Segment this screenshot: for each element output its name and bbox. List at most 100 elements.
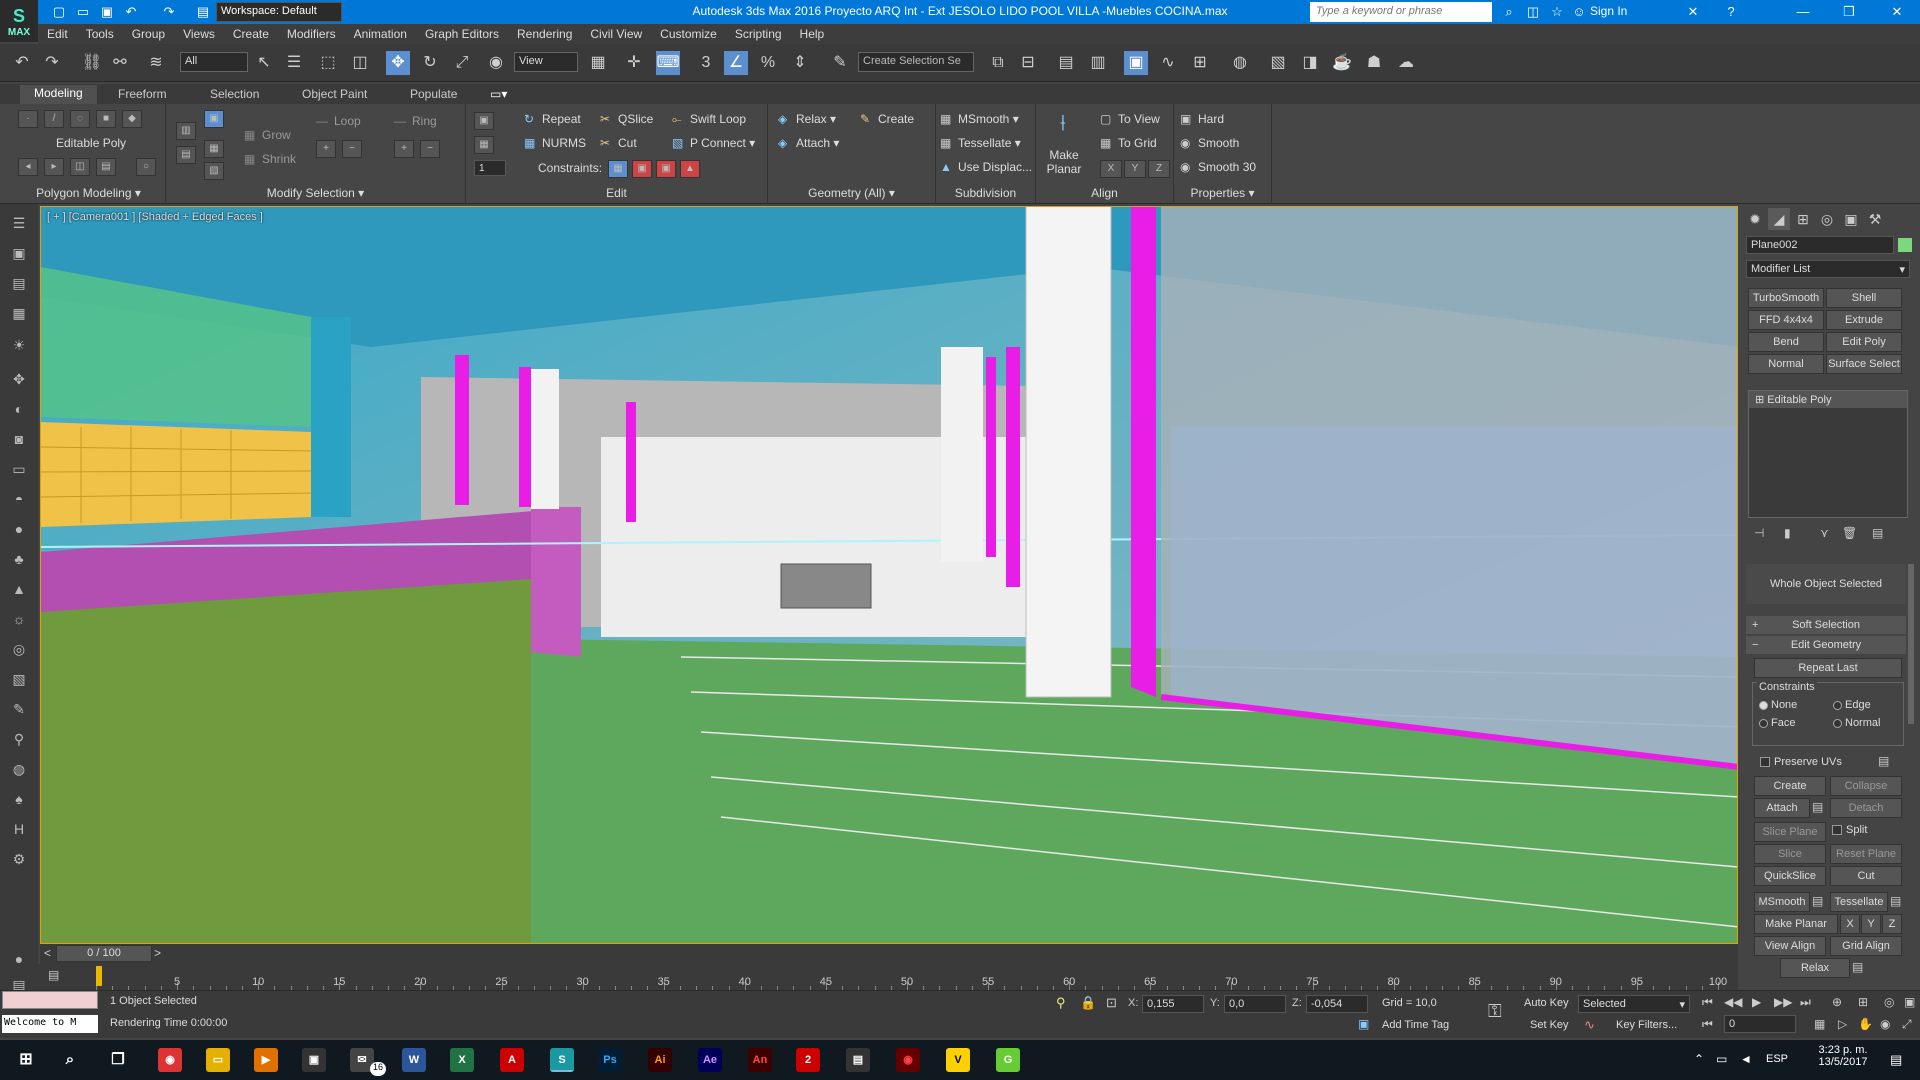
communication-icon[interactable]: ◫ <box>1524 3 1542 21</box>
generic-app-icon[interactable]: 2 <box>796 1048 820 1072</box>
undo-icon[interactable]: ↶ <box>122 3 140 21</box>
menu-animation[interactable]: Animation <box>345 24 416 44</box>
grid-align-button[interactable]: Grid Align <box>1830 936 1902 956</box>
g-app-icon[interactable]: G <box>996 1048 1020 1072</box>
tessellate-button[interactable]: ▦ Tessellate ▾ <box>940 136 1021 150</box>
planar-z-button[interactable]: Z <box>1882 914 1902 934</box>
relax-settings-icon[interactable]: ▤ <box>1852 960 1863 974</box>
render-in-cloud-icon[interactable]: ☁ <box>1394 51 1418 75</box>
relax-geom-button[interactable]: Relax <box>1780 958 1850 978</box>
gear-icon[interactable]: ⚙ <box>7 848 31 870</box>
render-icon[interactable]: ▣ <box>7 242 31 264</box>
window-crossing-icon[interactable]: ◫ <box>348 51 372 75</box>
orbit-icon[interactable]: ◎ <box>1884 995 1894 1009</box>
field-of-view-icon[interactable]: ▷ <box>1838 1017 1847 1031</box>
show-end-result-icon[interactable]: ○ <box>136 158 156 176</box>
set-key-button[interactable]: Set Key <box>1530 1019 1569 1031</box>
new-file-icon[interactable]: ▢ <box>50 3 68 21</box>
normal-button[interactable]: Normal <box>1748 354 1824 374</box>
border-icon[interactable]: ◌ <box>70 110 90 128</box>
toggle-ribbon-icon[interactable]: ▥ <box>1086 51 1110 75</box>
set-key-icon[interactable]: ⚿ <box>1488 1001 1502 1022</box>
use-displacement-button[interactable]: ▲ Use Displac... <box>940 160 1032 174</box>
go-to-start-icon[interactable]: ⏮ <box>1702 995 1713 1010</box>
geometry-footer[interactable]: Geometry (All) ▾ <box>768 186 935 200</box>
previous-frame-icon[interactable]: ◀◀ <box>1724 995 1742 1009</box>
to-view-button[interactable]: ▢ To View <box>1100 112 1160 126</box>
menu-views[interactable]: Views <box>174 24 224 44</box>
angle-snap-icon[interactable]: ∠ <box>724 51 748 75</box>
rendered-frame-window-icon[interactable]: ◨ <box>1298 51 1322 75</box>
add-time-tag-button[interactable]: Add Time Tag <box>1382 1019 1449 1031</box>
tab-populate[interactable]: Populate <box>410 87 457 101</box>
scene-explorer-tool-icon[interactable]: ☰ <box>7 212 31 234</box>
select-and-scale-icon[interactable]: ⤢ <box>450 51 474 75</box>
material-ball-icon[interactable]: ● <box>7 948 31 970</box>
show-end-result-stack-icon[interactable]: ▮ <box>1784 526 1791 540</box>
workspace-dropdown[interactable]: Workspace: Default <box>216 2 342 22</box>
polygon-modeling-footer[interactable]: Polygon Modeling ▾ <box>12 186 165 200</box>
animate-icon[interactable]: An <box>748 1048 772 1072</box>
project-folder-icon[interactable]: ▤ <box>194 3 212 21</box>
chrome-icon[interactable]: ◉ <box>158 1048 182 1072</box>
photoshop-icon[interactable]: Ps <box>598 1048 622 1072</box>
menu-civil-view[interactable]: Civil View <box>581 24 651 44</box>
sun-icon[interactable]: ☼ <box>7 608 31 630</box>
shell-button[interactable]: Shell <box>1826 288 1902 308</box>
preserve-uvs-settings-icon[interactable]: ▤ <box>1878 754 1889 768</box>
msmooth-settings-icon[interactable]: ▤ <box>1812 894 1823 908</box>
file-explorer-icon[interactable]: ▭ <box>206 1048 230 1072</box>
orbit-camera-icon[interactable]: ◉ <box>1880 1017 1890 1031</box>
time-slider[interactable]: < 0 / 100 > <box>40 944 1738 964</box>
layer-explorer-icon[interactable]: ▤ <box>1054 51 1078 75</box>
isolate-selection-icon[interactable]: ⚲ <box>1056 995 1066 1011</box>
display-tab-icon[interactable]: ▣ <box>1840 208 1862 230</box>
undo-icon[interactable]: ↶ <box>10 51 34 75</box>
time-config-icon[interactable]: ▦ <box>1814 1017 1825 1031</box>
select-by-name-icon[interactable]: ☰ <box>282 51 306 75</box>
search-taskbar-icon[interactable]: ⌕ <box>58 1048 82 1072</box>
arc-icon[interactable]: ◐ <box>7 398 31 420</box>
edit-named-selection-icon[interactable]: ✎ <box>828 51 852 75</box>
redo-icon[interactable]: ↷ <box>40 51 64 75</box>
mirror-icon[interactable]: ⧉ <box>986 51 1010 75</box>
acrobat-icon[interactable]: A <box>500 1048 524 1072</box>
render-iterative-icon[interactable]: ☗ <box>1362 51 1386 75</box>
x-coord-field[interactable]: 0,155 <box>1142 995 1204 1013</box>
vertex-icon[interactable]: · <box>18 110 38 128</box>
current-frame-marker[interactable] <box>96 966 102 986</box>
p-connect-button[interactable]: ▧ P Connect ▾ <box>672 136 755 150</box>
preserve-uvs-edit-icon[interactable]: ▣ <box>474 112 494 130</box>
y-coord-field[interactable]: 0,0 <box>1224 995 1286 1013</box>
menu-help[interactable]: Help <box>791 24 834 44</box>
slice-plane-button[interactable]: Slice Plane <box>1754 822 1826 842</box>
bend-button[interactable]: Bend <box>1748 332 1824 352</box>
preserve-uvs-checkbox[interactable]: Preserve UVs <box>1760 756 1842 768</box>
planar-x-button[interactable]: X <box>1840 914 1860 934</box>
curve-editor-icon[interactable]: ∿ <box>1156 51 1180 75</box>
modifier-stack[interactable]: ⊞ Editable Poly <box>1748 390 1908 518</box>
attach-list-icon[interactable]: ▤ <box>1812 800 1823 814</box>
auto-key-button[interactable]: Auto Key <box>1524 997 1569 1009</box>
constraint-normal-icon[interactable]: ▲ <box>680 160 700 178</box>
maxscript-listener-top[interactable] <box>2 991 98 1009</box>
shrink-loop-small-icon[interactable]: − <box>342 140 362 158</box>
help-icon[interactable]: ? <box>1722 3 1740 21</box>
properties-footer[interactable]: Properties ▾ <box>1174 186 1271 200</box>
object-color-swatch[interactable] <box>1898 238 1912 252</box>
msmooth-geom-button[interactable]: MSmooth <box>1754 892 1810 912</box>
key-mode-toggle-icon[interactable]: ⏮ <box>1702 1017 1713 1032</box>
transform-icon[interactable]: ✥ <box>7 368 31 390</box>
render-production-icon[interactable]: ☕ <box>1330 51 1354 75</box>
command-panel-scrollbar[interactable] <box>1908 564 1914 724</box>
ribbon-options-icon[interactable]: ▭▾ <box>490 87 507 101</box>
after-effects-icon[interactable]: Ae <box>698 1048 722 1072</box>
tab-selection[interactable]: Selection <box>210 87 259 101</box>
smooth-button[interactable]: ◉ Smooth <box>1180 136 1239 150</box>
make-planar-button[interactable]: Make Planar <box>1046 148 1082 176</box>
rectangular-selection-icon[interactable]: ⬚ <box>316 51 340 75</box>
remove-modifier-icon[interactable]: 🗑 <box>1842 526 1857 540</box>
ffd-button[interactable]: FFD 4x4x4 <box>1748 310 1824 330</box>
pan-icon[interactable]: ✋ <box>1858 1017 1873 1031</box>
task-view-icon[interactable]: ❐ <box>106 1048 130 1072</box>
